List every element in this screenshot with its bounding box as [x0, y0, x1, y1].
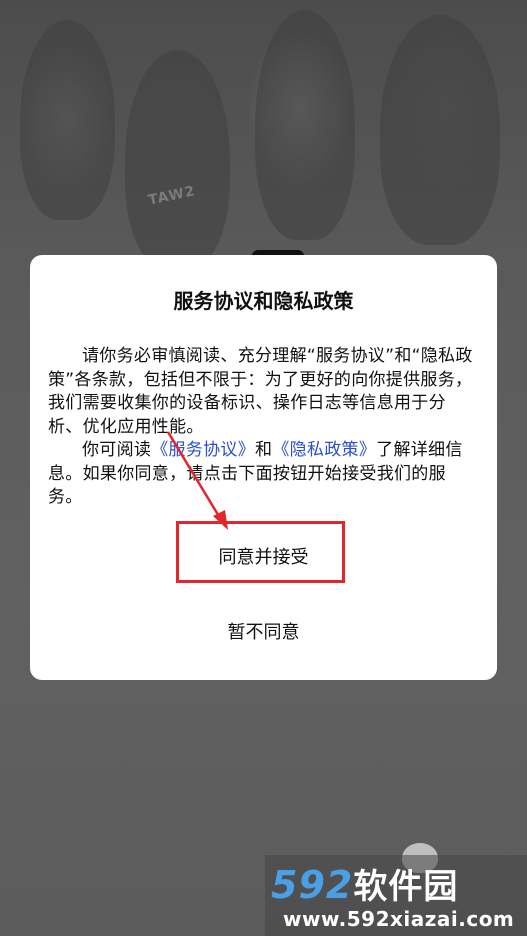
character-silhouette: [125, 50, 230, 270]
watermark-brand: 592软件园: [271, 859, 458, 908]
and-text: 和: [255, 440, 273, 460]
highlight-box: [176, 521, 345, 583]
service-agreement-link[interactable]: 《服务协议》: [151, 440, 255, 460]
agreement-dialog: 服务协议和隐私政策 请你务必审慎阅读、充分理解“服务协议”和“隐私政策”各条款，…: [30, 255, 497, 680]
agreement-paragraph: 请你务必审慎阅读、充分理解“服务协议”和“隐私政策”各条款，包括但不限于：为了更…: [48, 346, 473, 437]
dialog-title: 服务协议和隐私政策: [173, 289, 354, 313]
watermark-brand-number: 592: [271, 863, 354, 907]
watermark: 592软件园 www.592xiazai.com: [265, 855, 527, 936]
agreement-links-paragraph: 你可阅读《服务协议》和《隐私政策》了解详细信息。如果你同意，请点击下面按钮开始接…: [48, 439, 475, 510]
character-silhouette: [255, 10, 355, 240]
dialog-content: 请你务必审慎阅读、充分理解“服务协议”和“隐私政策”各条款，包括但不限于：为了更…: [48, 345, 475, 510]
privacy-policy-link[interactable]: 《隐私政策》: [272, 440, 376, 460]
watermark-brand-text: 软件园: [353, 867, 459, 907]
watermark-url: www.592xiazai.com: [283, 907, 515, 931]
decline-button[interactable]: 暂不同意: [30, 613, 497, 653]
character-silhouette: [20, 20, 115, 220]
character-silhouette: [380, 15, 500, 245]
links-prefix: 你可阅读: [82, 440, 152, 460]
